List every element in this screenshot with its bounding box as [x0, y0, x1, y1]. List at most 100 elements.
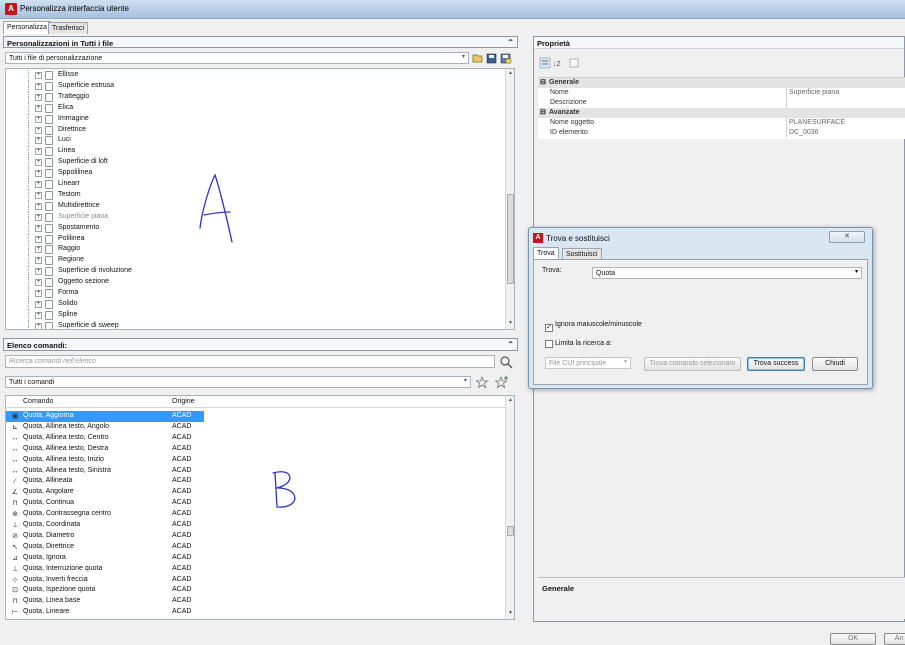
table-row[interactable]: ⊓ Quota, Continua ACAD: [6, 498, 508, 509]
table-row[interactable]: ↖ Quota, Direttrice ACAD: [6, 542, 508, 553]
expand-icon[interactable]: +: [35, 322, 42, 329]
command-scroll-thumb[interactable]: [507, 526, 514, 536]
tree-item[interactable]: + Testom: [6, 189, 514, 201]
table-row[interactable]: ↔ Quota, Allinea testo, Sinistra ACAD: [6, 466, 508, 477]
scroll-down-icon[interactable]: ▼: [507, 610, 514, 617]
table-row[interactable]: ⌒Quota, Lunghezza arco ACAD: [6, 618, 508, 619]
expand-icon[interactable]: +: [35, 137, 42, 145]
tree-item[interactable]: + Solido: [6, 298, 514, 310]
command-search-input[interactable]: Ricerca comandi nell'elenco: [5, 355, 495, 368]
expand-icon[interactable]: +: [35, 224, 42, 232]
categorized-view-icon[interactable]: [539, 57, 551, 69]
tab-personalizza[interactable]: Personalizza: [3, 21, 52, 34]
expand-icon[interactable]: +: [35, 170, 42, 178]
property-object-name[interactable]: Nome oggetto PLANESURFACE: [538, 118, 905, 128]
minus-icon[interactable]: ⊟: [540, 78, 546, 86]
command-filter-combo[interactable]: Tutti i comandi ▾: [5, 376, 471, 388]
expand-icon[interactable]: +: [35, 268, 42, 276]
open-file-icon[interactable]: [472, 54, 483, 63]
command-scrollbar[interactable]: ▲ ▼: [505, 396, 514, 619]
limit-file-combo[interactable]: File CUI principale ▾: [545, 357, 631, 369]
table-row[interactable]: ⊥ Quota, Coordinata ACAD: [6, 520, 508, 531]
expand-icon[interactable]: +: [35, 115, 42, 123]
close-icon[interactable]: ✕: [829, 231, 865, 243]
limit-search-checkbox[interactable]: [545, 340, 553, 348]
find-next-button[interactable]: Trova success: [747, 357, 805, 371]
minus-icon[interactable]: ⊟: [540, 108, 546, 116]
tree-item[interactable]: + Luci: [6, 135, 514, 147]
collapse-icon[interactable]: ⌃: [507, 340, 514, 349]
tree-item[interactable]: + Linea: [6, 146, 514, 158]
tree-item[interactable]: + Superficie di loft: [6, 157, 514, 169]
expand-icon[interactable]: +: [35, 126, 42, 134]
expand-icon[interactable]: +: [35, 148, 42, 156]
expand-icon[interactable]: +: [35, 290, 42, 297]
column-origin[interactable]: Origine: [172, 398, 195, 405]
expand-icon[interactable]: +: [35, 82, 42, 90]
close-button[interactable]: Chiudi: [812, 357, 858, 371]
customization-file-combo[interactable]: Tutti i file di personalizzazione ▾: [5, 52, 469, 64]
expand-icon[interactable]: +: [35, 235, 42, 243]
table-row[interactable]: ⊓ Quota, Linea base ACAD: [6, 596, 508, 607]
cancel-button[interactable]: An: [884, 633, 905, 645]
column-command[interactable]: Comando: [23, 398, 53, 405]
table-row[interactable]: ⊹ Quota, Inverti freccia ACAD: [6, 575, 508, 586]
tree-item[interactable]: + Superficie di sweep: [6, 320, 514, 329]
tree-item[interactable]: + Spostamento: [6, 222, 514, 234]
tree-item[interactable]: + Raggio: [6, 244, 514, 256]
tree-item[interactable]: + Superficie di rivoluzione: [6, 266, 514, 278]
sort-alpha-icon[interactable]: ↓Z: [553, 61, 562, 68]
tree-item[interactable]: + Oggetto sezione: [6, 277, 514, 289]
table-row[interactable]: ∕ Quota, Allineata ACAD: [6, 476, 508, 487]
table-row[interactable]: ⊘ Quota, Diametro ACAD: [6, 531, 508, 542]
scroll-up-icon[interactable]: ▲: [507, 70, 514, 77]
property-element-id[interactable]: ID elemento DC_0036: [538, 128, 905, 138]
expand-icon[interactable]: +: [35, 300, 42, 308]
tree-item[interactable]: + Forma: [6, 288, 514, 299]
category-avanzate[interactable]: ⊟ Avanzate: [538, 108, 905, 118]
tree-item[interactable]: + Spline: [6, 309, 514, 321]
property-description[interactable]: Descrizione: [538, 98, 905, 108]
tree-scroll-thumb[interactable]: [507, 194, 514, 284]
ok-button[interactable]: OK: [830, 633, 876, 645]
find-input[interactable]: Quota ▾: [592, 267, 862, 279]
tree-scrollbar[interactable]: ▲ ▼: [505, 69, 514, 329]
table-row[interactable]: ⊿ Quota, Ignora ACAD: [6, 553, 508, 564]
new-command-icon[interactable]: [494, 375, 509, 389]
expand-icon[interactable]: +: [35, 93, 42, 101]
tree-item[interactable]: + Tratteggio: [6, 91, 514, 103]
expand-icon[interactable]: +: [35, 181, 42, 188]
expand-icon[interactable]: +: [35, 202, 42, 210]
property-name[interactable]: Nome Superficie piana: [538, 88, 905, 98]
expand-icon[interactable]: +: [35, 104, 42, 112]
tree-item[interactable]: + Sppolilinea: [6, 168, 514, 180]
table-row[interactable]: ⊡ Quota, Ispezione quota ACAD: [6, 585, 508, 596]
save-as-icon[interactable]: [500, 53, 512, 64]
expand-icon[interactable]: +: [35, 213, 42, 221]
expand-icon[interactable]: +: [35, 72, 42, 79]
ignore-case-checkbox[interactable]: ✓: [545, 324, 553, 332]
collapse-icon[interactable]: ⌃: [507, 38, 514, 47]
table-row[interactable]: ∠ Quota, Angolare ACAD: [6, 487, 508, 498]
table-row[interactable]: ↔ Quota, Allinea testo, Inizio ACAD: [6, 455, 508, 466]
scroll-down-icon[interactable]: ▼: [507, 320, 514, 327]
tree-item[interactable]: + Multidirettrice: [6, 200, 514, 212]
table-row[interactable]: ↔ Quota, Allinea testo, Destra ACAD: [6, 444, 508, 455]
property-pages-icon[interactable]: [569, 58, 579, 68]
expand-icon[interactable]: +: [35, 246, 42, 254]
table-row[interactable]: ⊥ Quota, Interruzione quota ACAD: [6, 564, 508, 575]
tree-item[interactable]: + Linearr: [6, 179, 514, 190]
table-row[interactable]: ▣ Quota, Aggiorna ACAD: [6, 411, 508, 422]
scroll-up-icon[interactable]: ▲: [507, 397, 514, 404]
tree-item[interactable]: + Ellisse: [6, 70, 514, 81]
tree-item[interactable]: + Immagine: [6, 113, 514, 125]
tree-item[interactable]: + Regione: [6, 255, 514, 267]
tab-trasferisci[interactable]: Trasferisci: [48, 22, 89, 34]
save-icon[interactable]: [486, 53, 497, 64]
star-filter-icon[interactable]: [475, 375, 489, 389]
expand-icon[interactable]: +: [35, 191, 42, 199]
expand-icon[interactable]: +: [35, 279, 42, 287]
tree-item[interactable]: + Direttrice: [6, 124, 514, 136]
tree-item[interactable]: + Elica: [6, 102, 514, 114]
find-selected-command-button[interactable]: Trova comando selezionato: [644, 357, 741, 371]
